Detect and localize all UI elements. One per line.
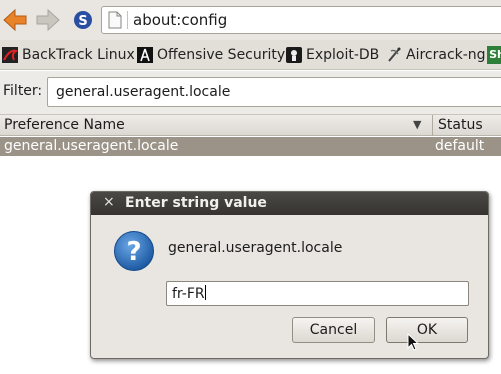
filter-bar: Filter: general.useragent.locale [0, 71, 501, 114]
row-preference-name: general.useragent.locale [4, 138, 179, 154]
back-arrow-icon[interactable] [2, 8, 28, 32]
exploit-db-icon [286, 47, 302, 63]
sh-icon: Sh [487, 46, 501, 64]
bookmark-label: Aircrack-ng [406, 47, 486, 63]
column-preference-name[interactable]: Preference Name [4, 117, 125, 133]
column-picker-icon[interactable]: ▼ [413, 118, 421, 131]
enter-string-dialog: × Enter string value ? general.useragent… [90, 191, 489, 359]
bookmarks-toolbar: BackTrack Linux Offensive Security Explo… [0, 40, 501, 70]
dialog-titlebar[interactable]: × Enter string value [91, 192, 488, 215]
url-text[interactable]: about:config [133, 11, 227, 29]
bookmark-offensive-security[interactable]: Offensive Security [137, 45, 285, 65]
svg-text:S: S [78, 14, 87, 29]
url-separator [127, 11, 128, 29]
antenna-icon [386, 47, 402, 63]
column-divider[interactable] [432, 115, 433, 136]
bookmark-label: Exploit-DB [306, 47, 380, 63]
cancel-button[interactable]: Cancel [292, 317, 375, 343]
bookmark-label: BackTrack Linux [22, 47, 135, 63]
question-icon: ? [113, 230, 155, 272]
bookmark-aircrack-ng[interactable]: Aircrack-ng [386, 45, 486, 65]
url-bar[interactable]: about:config [101, 6, 501, 34]
s-addon-icon[interactable]: S [73, 10, 93, 30]
bookmark-label: Offensive Security [157, 47, 286, 63]
page-icon [108, 11, 122, 29]
mouse-cursor-icon [407, 332, 420, 351]
ok-button[interactable]: OK [386, 317, 468, 343]
forward-arrow-icon[interactable] [35, 8, 61, 32]
offsec-icon [137, 47, 153, 63]
column-status[interactable]: Status [438, 117, 483, 133]
bookmark-sh[interactable]: Sh [487, 45, 501, 65]
dialog-preference-name: general.useragent.locale [168, 240, 343, 256]
svg-text:?: ? [126, 237, 141, 267]
text-caret [204, 285, 206, 300]
table-row[interactable]: general.useragent.locale default [0, 137, 501, 156]
row-status: default [435, 138, 485, 154]
filter-value: general.useragent.locale [56, 84, 231, 100]
bookmark-exploit-db[interactable]: Exploit-DB [286, 45, 379, 65]
navigation-toolbar: S about:config [0, 0, 501, 40]
dragon-icon [2, 47, 19, 63]
dialog-title: Enter string value [125, 195, 267, 211]
filter-input[interactable]: general.useragent.locale [47, 77, 501, 107]
close-icon[interactable]: × [103, 194, 115, 210]
string-value-input[interactable]: fr-FR [166, 281, 469, 306]
preferences-column-header: Preference Name ▼ Status [0, 114, 501, 136]
filter-label: Filter: [3, 83, 43, 99]
input-value: fr-FR [172, 285, 206, 302]
bookmark-backtrack-linux[interactable]: BackTrack Linux [2, 45, 135, 65]
